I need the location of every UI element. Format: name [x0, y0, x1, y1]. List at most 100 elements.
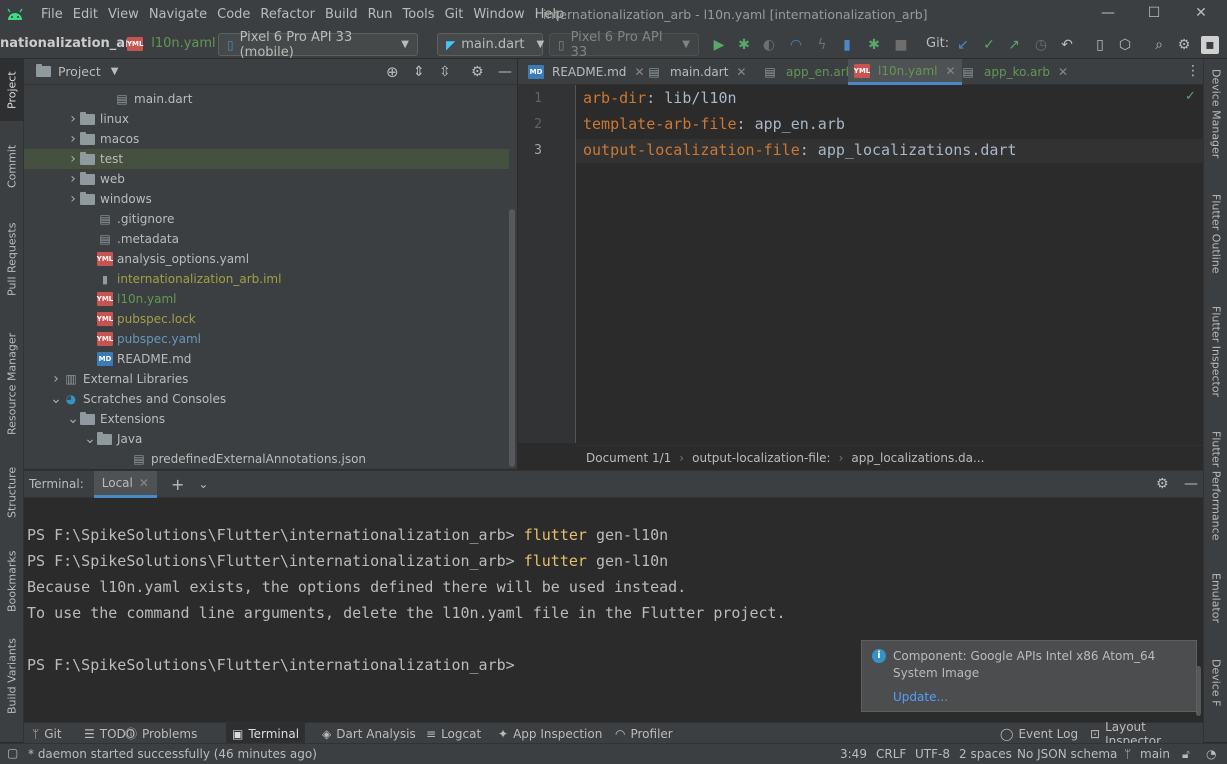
breadcrumb-key[interactable]: output-localization-file:: [692, 451, 831, 465]
more-tabs-icon[interactable]: ⋮: [1186, 63, 1200, 79]
tool-tab-device-file-explorer[interactable]: Device F: [1204, 657, 1227, 742]
chevron-right-icon[interactable]: ›: [66, 151, 80, 167]
tool-tab-pull-requests[interactable]: Pull Requests: [0, 209, 24, 309]
sdk-manager-icon[interactable]: ⬡: [1116, 36, 1134, 54]
menu-code[interactable]: Code: [212, 0, 255, 30]
tree-item[interactable]: YML pubspec.yaml: [24, 329, 509, 349]
status-position[interactable]: 3:49: [840, 747, 867, 761]
menu-file[interactable]: File: [36, 0, 68, 30]
device-selector[interactable]: ▯ Pixel 6 Pro API 33 (mobile) ▼: [218, 30, 418, 60]
tree-item[interactable]: ⌄ ◕ Scratches and Consoles: [24, 389, 509, 409]
tool-tab-device-manager[interactable]: Device Manager: [1204, 67, 1227, 182]
tree-item[interactable]: ▤ .gitignore: [24, 209, 509, 229]
editor-tab[interactable]: MD README.md ✕: [522, 59, 651, 85]
git-update-icon[interactable]: ↙: [954, 36, 972, 54]
tool-problems[interactable]: ⓘ Problems: [119, 723, 203, 744]
tool-dart-analysis[interactable]: ◈ Dart Analysis: [316, 723, 422, 744]
debug-icon[interactable]: ✱: [735, 36, 753, 54]
editor-tab[interactable]: ▤ app_ko.arb ✕: [954, 59, 1074, 85]
search-icon[interactable]: ⌕: [1150, 36, 1168, 54]
editor-tab[interactable]: YML l10n.yaml ✕: [848, 59, 962, 85]
tree-item[interactable]: YML l10n.yaml: [24, 289, 509, 309]
chevron-down-icon[interactable]: ⌄: [83, 431, 97, 447]
update-notification[interactable]: i Component: Google APIs Intel x86 Atom_…: [861, 640, 1197, 712]
tree-item[interactable]: ▤ main.dart: [24, 89, 509, 109]
tree-item[interactable]: ▮ internationalization_arb.iml: [24, 269, 509, 289]
status-encoding[interactable]: UTF-8: [915, 747, 950, 761]
tool-app-inspection[interactable]: ✦ App Inspection: [492, 723, 608, 744]
git-push-icon[interactable]: ↗: [1005, 36, 1023, 54]
chevron-down-icon[interactable]: ⌄: [198, 477, 208, 491]
attach-debugger-icon[interactable]: ✱: [865, 36, 883, 54]
tool-tab-commit[interactable]: Commit: [0, 131, 24, 201]
close-icon[interactable]: ✕: [1191, 5, 1211, 25]
tool-layout-inspector[interactable]: ⊡ Layout Inspector: [1084, 720, 1203, 748]
tree-item[interactable]: YML analysis_options.yaml: [24, 249, 509, 269]
status-branch[interactable]: main: [1140, 747, 1170, 761]
attach-icon[interactable]: ▮: [838, 36, 856, 54]
tree-item[interactable]: ▤ .metadata: [24, 229, 509, 249]
menu-edit[interactable]: Edit: [68, 0, 103, 30]
code-area[interactable]: arb-dir: lib/l10n template-arb-file: app_…: [518, 85, 1203, 443]
locate-icon[interactable]: ⊕: [386, 63, 399, 81]
tree-item[interactable]: › web: [24, 169, 509, 189]
tool-logcat[interactable]: ≡ Logcat: [420, 723, 487, 744]
tool-event-log[interactable]: ◯ Event Log: [994, 723, 1084, 744]
stop-icon[interactable]: ■: [892, 36, 910, 54]
tool-tab-emulator[interactable]: Emulator: [1204, 571, 1227, 641]
run-config-selector[interactable]: ◤ main.dart ▼: [437, 33, 544, 56]
editor-tab[interactable]: ▤ main.dart ✕: [640, 59, 752, 85]
menu-window[interactable]: Window: [468, 0, 529, 30]
tree-item[interactable]: › linux: [24, 109, 509, 129]
add-icon[interactable]: +: [171, 475, 184, 494]
tree-item[interactable]: ▤ predefinedExternalAnnotations.json: [24, 449, 509, 469]
menu-git[interactable]: Git: [440, 0, 469, 30]
chevron-down-icon[interactable]: ⌄: [66, 411, 80, 427]
lock-icon[interactable]: 🔓︎: [1182, 747, 1190, 762]
menu-refactor[interactable]: Refactor: [255, 0, 320, 30]
user-icon[interactable]: ▪: [1201, 36, 1219, 54]
chevron-right-icon[interactable]: ›: [49, 371, 63, 387]
tool-terminal[interactable]: ▣ Terminal: [226, 723, 306, 744]
chevron-right-icon[interactable]: ›: [66, 111, 80, 127]
settings-icon[interactable]: ⚙: [1175, 36, 1193, 54]
tool-tab-build-variants[interactable]: Build Variants: [0, 634, 24, 719]
terminal-tab-local[interactable]: Local ✕: [93, 470, 157, 498]
hide-icon[interactable]: —: [498, 64, 512, 80]
tool-tab-flutter-performance[interactable]: Flutter Performance: [1204, 429, 1227, 559]
close-icon[interactable]: ✕: [139, 476, 149, 490]
git-commit-icon[interactable]: ✓: [980, 36, 998, 54]
collapse-all-icon[interactable]: ⇳: [439, 64, 451, 80]
menu-tools[interactable]: Tools: [398, 0, 440, 30]
status-toggle-icon[interactable]: ▢: [7, 746, 18, 760]
rollback-icon[interactable]: ↶: [1058, 36, 1076, 54]
tool-profiler[interactable]: ◠ Profiler: [609, 723, 679, 744]
tree-item[interactable]: › windows: [24, 189, 509, 209]
status-message[interactable]: * daemon started successfully (46 minute…: [28, 747, 317, 761]
status-schema[interactable]: No JSON schema: [1017, 747, 1117, 761]
tree-item[interactable]: YML pubspec.lock: [24, 309, 509, 329]
hide-icon[interactable]: —: [1184, 476, 1198, 492]
status-indent[interactable]: 2 spaces: [959, 747, 1012, 761]
minimize-icon[interactable]: —: [1098, 5, 1118, 25]
expand-all-icon[interactable]: ⇕: [413, 64, 425, 80]
inspector-icon[interactable]: ◔: [1206, 747, 1216, 761]
tool-tab-flutter-outline[interactable]: Flutter Outline: [1204, 192, 1227, 292]
menu-view[interactable]: View: [103, 0, 144, 30]
gear-icon[interactable]: ⚙: [471, 64, 484, 80]
coverage-icon[interactable]: ◐: [760, 36, 778, 54]
tool-tab-structure[interactable]: Structure: [0, 457, 24, 527]
close-icon[interactable]: ✕: [736, 65, 746, 79]
chevron-down-icon[interactable]: ⌄: [49, 391, 63, 407]
history-icon[interactable]: ◷: [1032, 36, 1050, 54]
chevron-right-icon[interactable]: ›: [66, 171, 80, 187]
tree-item[interactable]: › macos: [24, 129, 509, 149]
breadcrumb-document[interactable]: Document 1/1: [586, 451, 671, 465]
tree-item[interactable]: MD README.md: [24, 349, 509, 369]
emulator-selector[interactable]: ▯ Pixel 6 Pro API 33 ▼: [549, 30, 699, 60]
menu-build[interactable]: Build: [320, 0, 363, 30]
maximize-icon[interactable]: ☐: [1144, 5, 1164, 25]
gear-icon[interactable]: ⚙: [1156, 476, 1169, 492]
menu-navigate[interactable]: Navigate: [144, 0, 212, 30]
chevron-down-icon[interactable]: ▼: [111, 66, 119, 77]
